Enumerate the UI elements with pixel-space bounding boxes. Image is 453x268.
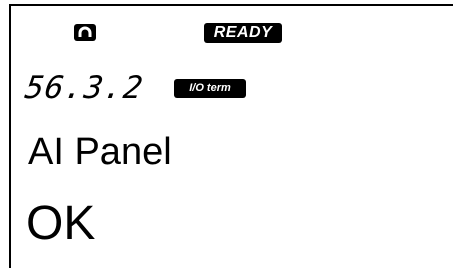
menu-location-code: 56.3.2 — [22, 70, 146, 106]
keypad-control-icon — [74, 24, 96, 41]
ready-status-badge: READY — [204, 23, 282, 43]
parameter-name: AI Panel — [28, 131, 172, 173]
control-place-badge: I/O term — [174, 79, 246, 98]
parameter-value: OK — [26, 197, 96, 250]
